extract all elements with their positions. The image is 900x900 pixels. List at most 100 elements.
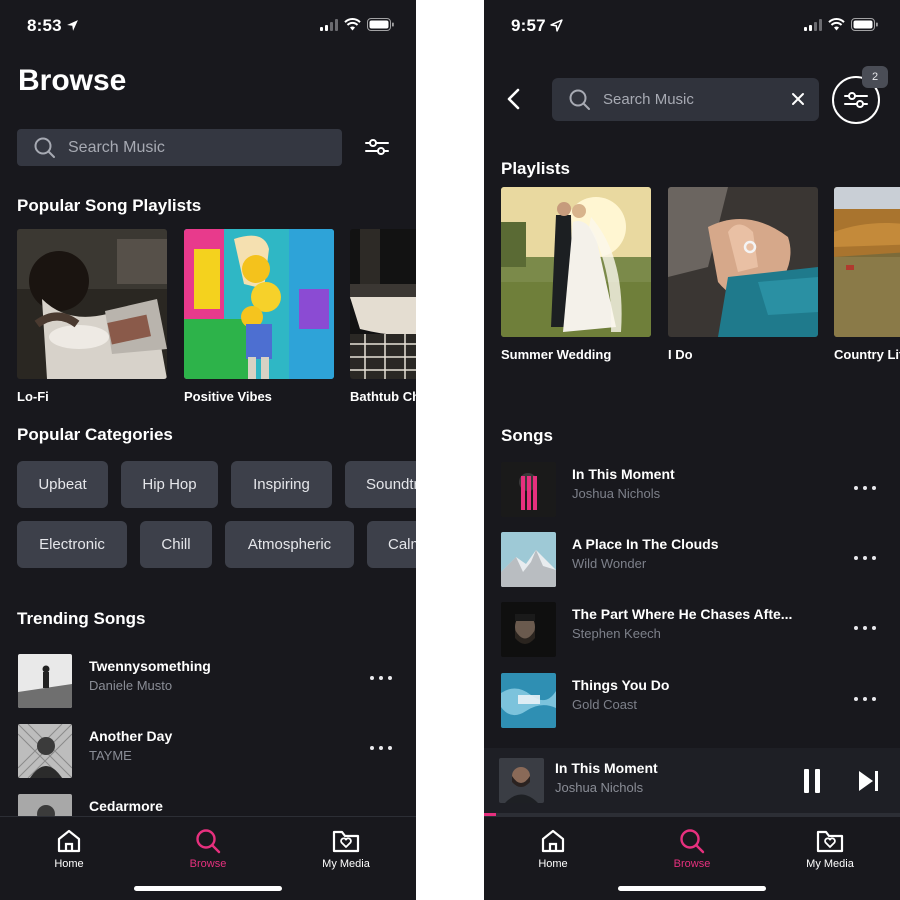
home-indicator bbox=[618, 886, 766, 891]
page-title: Browse bbox=[18, 64, 127, 97]
more-options-icon[interactable] bbox=[854, 697, 876, 701]
home-icon bbox=[24, 827, 114, 855]
popular-categories-heading: Popular Categories bbox=[17, 425, 173, 444]
playlist-artwork bbox=[17, 229, 167, 379]
search-icon bbox=[569, 89, 591, 111]
playlist-artwork bbox=[668, 187, 818, 337]
playlist-card-summer-wedding[interactable]: Summer Wedding bbox=[501, 187, 651, 362]
playlist-label: I Do bbox=[668, 347, 693, 362]
search-results-screen: 9:57 Search Music 2 Playlists Summer Wed… bbox=[484, 0, 900, 900]
tab-label: My Media bbox=[806, 858, 854, 870]
search-input[interactable]: Search Music bbox=[552, 78, 819, 121]
more-options-icon[interactable] bbox=[370, 676, 392, 680]
filter-count-badge: 2 bbox=[862, 66, 888, 88]
filter-sliders-icon bbox=[844, 92, 868, 108]
search-icon bbox=[163, 827, 253, 855]
status-icons bbox=[804, 18, 878, 31]
status-time: 9:57 bbox=[511, 16, 563, 36]
now-playing-bar[interactable]: In This Moment Joshua Nichols bbox=[484, 748, 900, 816]
skip-next-icon[interactable] bbox=[858, 769, 880, 793]
songs-heading: Songs bbox=[501, 426, 553, 445]
category-pill[interactable]: Upbeat bbox=[17, 461, 108, 508]
search-icon bbox=[647, 827, 737, 855]
close-icon[interactable] bbox=[791, 92, 805, 106]
category-pill[interactable]: Calm bbox=[367, 521, 416, 568]
now-playing-artist: Joshua Nichols bbox=[555, 780, 644, 795]
now-playing-title: In This Moment bbox=[555, 760, 658, 776]
tab-my-media[interactable]: My Media bbox=[301, 827, 391, 870]
tab-home[interactable]: Home bbox=[508, 827, 598, 870]
back-chevron-icon[interactable] bbox=[504, 87, 524, 111]
song-row[interactable]: Things You Do Gold Coast bbox=[501, 673, 886, 729]
song-artwork bbox=[18, 654, 72, 708]
song-title: A Place In The Clouds bbox=[572, 536, 719, 552]
song-artwork bbox=[501, 673, 556, 728]
playlist-label: Summer Wedding bbox=[501, 347, 612, 362]
search-input[interactable]: Search Music bbox=[17, 129, 342, 166]
category-pill[interactable]: Inspiring bbox=[231, 461, 332, 508]
more-options-icon[interactable] bbox=[854, 486, 876, 490]
more-options-icon[interactable] bbox=[854, 556, 876, 560]
status-time-label: 9:57 bbox=[511, 16, 546, 35]
playlist-label: Lo-Fi bbox=[17, 389, 49, 404]
playlist-artwork bbox=[834, 187, 900, 337]
category-pill[interactable]: Atmospheric bbox=[225, 521, 354, 568]
song-title: In This Moment bbox=[572, 466, 675, 482]
song-artist: Wild Wonder bbox=[572, 556, 647, 571]
song-title: The Part Where He Chases Afte... bbox=[572, 606, 793, 622]
category-pill[interactable]: Chill bbox=[140, 521, 212, 568]
home-indicator bbox=[134, 886, 282, 891]
song-artwork bbox=[501, 602, 556, 657]
category-pill[interactable]: Soundtr bbox=[345, 461, 416, 508]
playlist-card-bathtub[interactable]: Bathtub Ch bbox=[350, 229, 416, 404]
tab-label: Home bbox=[538, 858, 568, 870]
song-artist: Gold Coast bbox=[572, 697, 638, 712]
pause-icon[interactable] bbox=[803, 768, 821, 794]
status-bar: 8:53 bbox=[0, 0, 416, 52]
tab-label: Home bbox=[54, 858, 84, 870]
song-row[interactable]: Twennysomething Daniele Musto bbox=[18, 654, 398, 710]
category-pill[interactable]: Electronic bbox=[17, 521, 127, 568]
song-row[interactable]: In This Moment Joshua Nichols bbox=[501, 462, 886, 518]
trending-songs-heading: Trending Songs bbox=[17, 609, 146, 628]
song-title: Things You Do bbox=[572, 677, 670, 693]
folder-heart-icon bbox=[785, 827, 875, 855]
tab-label: Browse bbox=[673, 858, 711, 870]
signal-icon bbox=[804, 18, 822, 31]
signal-icon bbox=[320, 18, 338, 31]
playlist-label: Country Lif bbox=[834, 347, 900, 362]
battery-icon bbox=[367, 18, 394, 31]
filter-sliders-icon[interactable] bbox=[364, 136, 390, 158]
playlist-artwork bbox=[501, 187, 651, 337]
battery-icon bbox=[851, 18, 878, 31]
more-options-icon[interactable] bbox=[370, 746, 392, 750]
search-placeholder: Search Music bbox=[603, 91, 694, 108]
playlist-card-lofi[interactable]: Lo-Fi bbox=[17, 229, 167, 404]
playlist-card-country-life[interactable]: Country Lif bbox=[834, 187, 900, 362]
song-artist: Daniele Musto bbox=[89, 678, 173, 693]
song-row[interactable]: The Part Where He Chases Afte... Stephen… bbox=[501, 602, 886, 658]
playlist-card-i-do[interactable]: I Do bbox=[668, 187, 818, 362]
playlist-label: Positive Vibes bbox=[184, 389, 272, 404]
tab-home[interactable]: Home bbox=[24, 827, 114, 870]
tab-label: My Media bbox=[322, 858, 370, 870]
playlist-card-positive-vibes[interactable]: Positive Vibes bbox=[184, 229, 334, 404]
category-pill[interactable]: Hip Hop bbox=[121, 461, 218, 508]
tab-browse[interactable]: Browse bbox=[647, 827, 737, 870]
folder-heart-icon bbox=[301, 827, 391, 855]
song-title: Twennysomething bbox=[89, 658, 211, 674]
song-row[interactable]: A Place In The Clouds Wild Wonder bbox=[501, 532, 886, 588]
now-playing-artwork bbox=[499, 758, 544, 803]
search-icon bbox=[34, 137, 56, 159]
playlist-artwork bbox=[184, 229, 334, 379]
search-placeholder: Search Music bbox=[68, 138, 165, 156]
tab-browse[interactable]: Browse bbox=[163, 827, 253, 870]
wifi-icon bbox=[344, 18, 361, 31]
playlist-artwork bbox=[350, 229, 416, 379]
song-row[interactable]: Another Day TAYME bbox=[18, 724, 398, 780]
more-options-icon[interactable] bbox=[854, 626, 876, 630]
status-time: 8:53 bbox=[27, 16, 79, 36]
status-time-label: 8:53 bbox=[27, 16, 62, 35]
browse-screen: 8:53 Browse Search Music Popular Song Pl… bbox=[0, 0, 416, 900]
tab-my-media[interactable]: My Media bbox=[785, 827, 875, 870]
